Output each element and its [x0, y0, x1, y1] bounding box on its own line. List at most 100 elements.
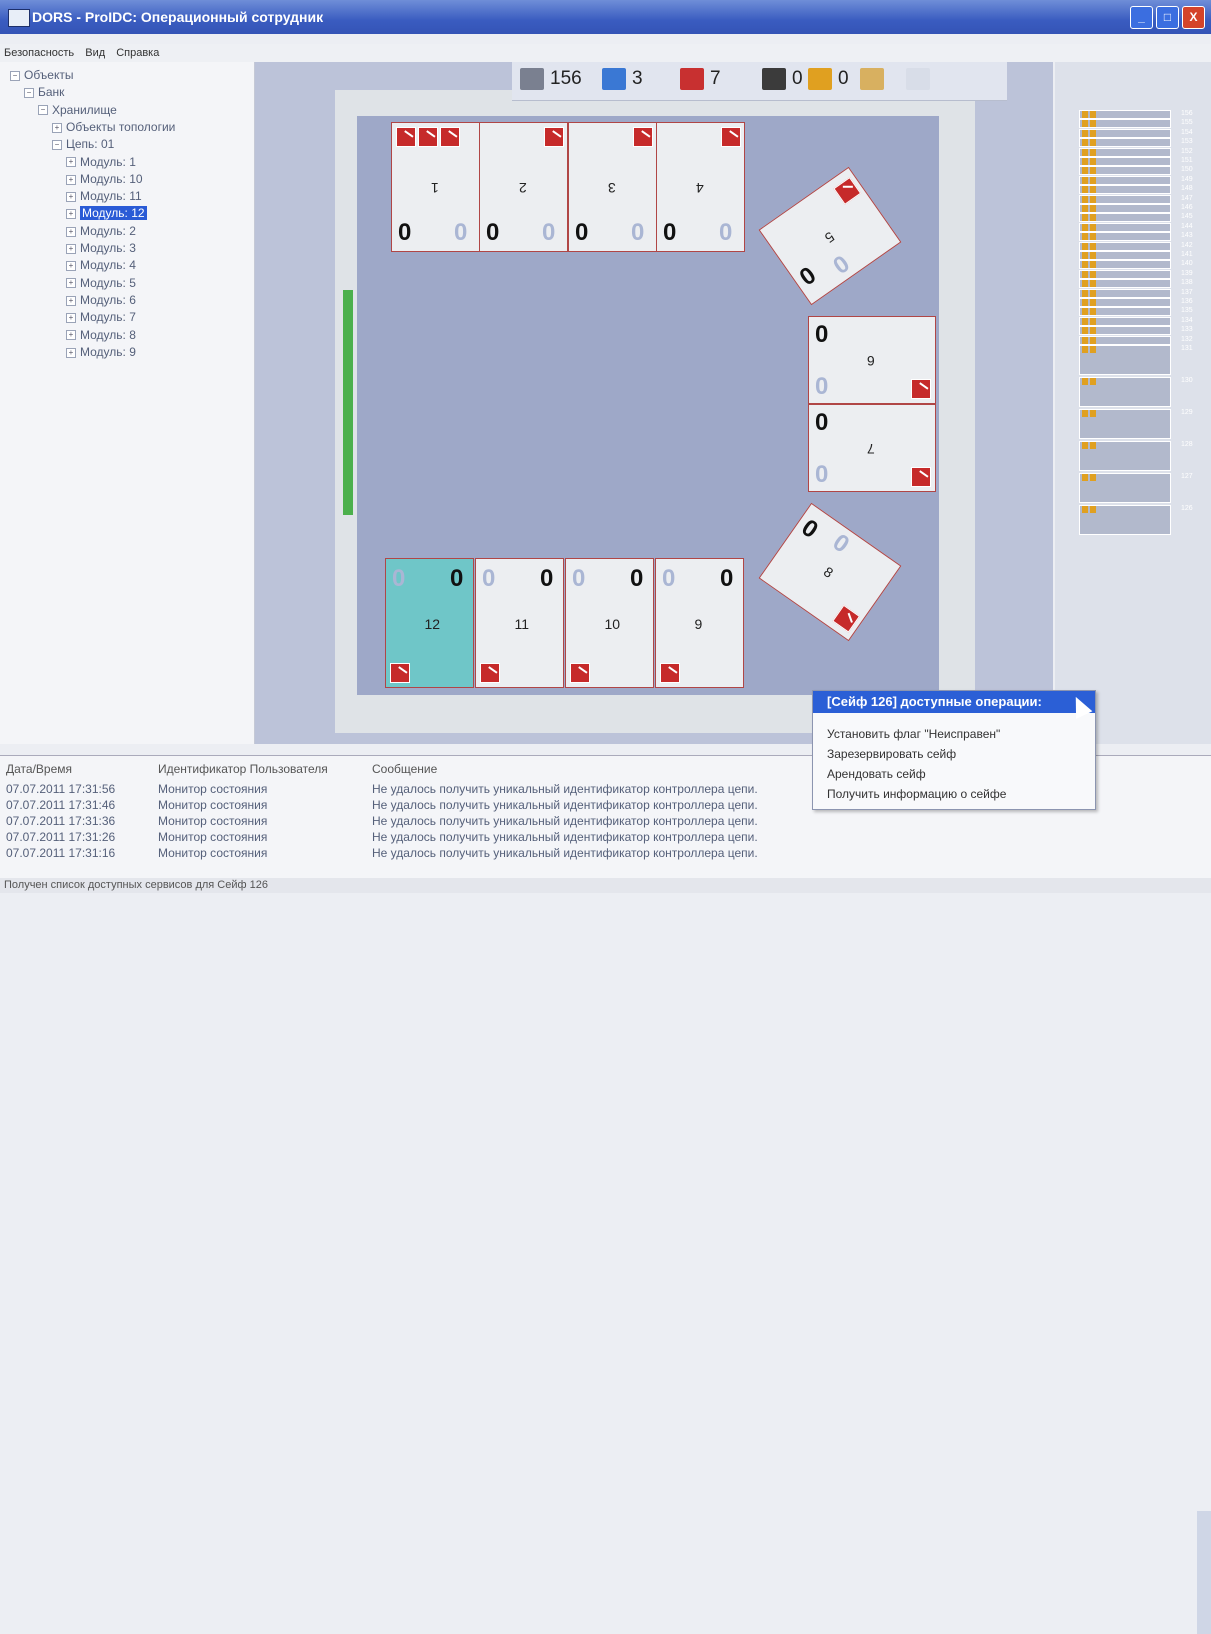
safe-row[interactable] [1079, 222, 1171, 232]
expand-toggle-icon[interactable]: + [66, 313, 76, 324]
tree-node[interactable]: + Модуль: 8 [66, 328, 136, 342]
expand-toggle-icon[interactable]: + [66, 330, 76, 341]
fault-flag-icon[interactable] [570, 663, 590, 683]
padlock-icon[interactable] [860, 68, 884, 90]
menu-item-set-faulty-flag[interactable]: Установить флаг "Неисправен" [827, 727, 1000, 741]
safe-row[interactable] [1079, 128, 1171, 138]
fault-flag-icon[interactable] [721, 127, 741, 147]
toolbar-counter[interactable]: 0 [808, 68, 849, 90]
menu-help[interactable]: Справка [112, 44, 163, 62]
fault-flag-icon[interactable] [832, 604, 861, 633]
safe-row[interactable] [1079, 473, 1171, 503]
log-header-user[interactable]: Идентификатор Пользователя [158, 762, 328, 776]
menu-security[interactable]: Безопасность [0, 44, 78, 62]
door-icon[interactable] [762, 68, 786, 90]
safe-row[interactable] [1079, 138, 1171, 148]
log-scrollbar[interactable] [1197, 1511, 1211, 1634]
tree-node[interactable]: + Объекты топологии [52, 120, 175, 134]
letter-a-icon[interactable] [602, 68, 626, 90]
safe-module[interactable]: 6 0 0 [808, 316, 936, 404]
search-icon[interactable] [906, 68, 930, 90]
safe-row[interactable] [1079, 147, 1171, 157]
safe-row[interactable] [1079, 298, 1171, 307]
tree-node[interactable]: + Модуль: 2 [66, 224, 136, 238]
tree-node[interactable]: + Модуль: 9 [66, 345, 136, 359]
log-header-message[interactable]: Сообщение [372, 762, 437, 776]
safe-module[interactable]: 9 0 0 [655, 558, 744, 688]
minimize-button[interactable]: _ [1130, 6, 1153, 29]
tree-node[interactable]: − Банк [24, 85, 64, 99]
fault-flag-icon[interactable] [660, 663, 680, 683]
safe-module[interactable]: 11 0 0 [475, 558, 564, 688]
expand-toggle-icon[interactable]: − [52, 140, 62, 151]
fault-flag-icon[interactable] [396, 127, 416, 147]
safe-row[interactable] [1079, 377, 1171, 407]
toolbar-counter[interactable]: 156 [520, 68, 582, 90]
expand-toggle-icon[interactable]: + [66, 261, 76, 272]
toolbar-counter[interactable]: 7 [680, 68, 721, 90]
fault-flag-icon[interactable] [833, 177, 862, 205]
safe-row[interactable] [1079, 316, 1171, 326]
safe-module[interactable]: 1 0 0 [391, 122, 480, 252]
safe-row[interactable] [1079, 166, 1171, 176]
expand-toggle-icon[interactable]: + [66, 295, 76, 306]
expand-toggle-icon[interactable]: + [66, 174, 76, 185]
fault-flag-icon[interactable] [633, 127, 653, 147]
expand-toggle-icon[interactable]: + [66, 243, 76, 254]
menu-view[interactable]: Вид [81, 44, 109, 62]
safe-row[interactable] [1079, 157, 1171, 166]
fault-flag-icon[interactable] [544, 127, 564, 147]
log-header-datetime[interactable]: Дата/Время [6, 762, 72, 776]
expand-toggle-icon[interactable]: + [66, 191, 76, 202]
menu-item-rent-safe[interactable]: Арендовать сейф [827, 767, 926, 781]
safe-module[interactable]: 2 0 0 [479, 122, 568, 252]
safe-row[interactable] [1079, 175, 1171, 185]
safe-row[interactable] [1079, 251, 1171, 260]
safe-module[interactable]: 12 0 0 [385, 558, 474, 688]
expand-toggle-icon[interactable]: + [66, 347, 76, 358]
safe-row[interactable] [1079, 307, 1171, 317]
safe-row[interactable] [1079, 260, 1171, 270]
expand-toggle-icon[interactable]: + [52, 122, 62, 133]
safe-row[interactable] [1079, 326, 1171, 336]
tree-node[interactable]: + Модуль: 3 [66, 241, 136, 255]
safe-module[interactable]: 4 0 0 [656, 122, 745, 252]
safe-row[interactable] [1079, 232, 1171, 242]
tree-node[interactable]: + Модуль: 10 [66, 172, 143, 186]
tree-node[interactable]: + Модуль: 12 [66, 206, 147, 221]
expand-toggle-icon[interactable]: − [24, 88, 34, 99]
expand-toggle-icon[interactable]: + [66, 209, 76, 220]
broken-icon[interactable] [680, 68, 704, 90]
safe-row[interactable] [1079, 288, 1171, 298]
menu-item-reserve-safe[interactable]: Зарезервировать сейф [827, 747, 956, 761]
fault-flag-icon[interactable] [418, 127, 438, 147]
safe-row[interactable] [1079, 505, 1171, 535]
expand-toggle-icon[interactable]: + [66, 226, 76, 237]
tree-node[interactable]: + Модуль: 7 [66, 310, 136, 324]
safe-row[interactable] [1079, 110, 1171, 119]
safe-row[interactable] [1079, 441, 1171, 471]
tree-node[interactable]: − Объекты [10, 68, 74, 82]
close-button[interactable]: X [1182, 6, 1205, 29]
fault-flag-icon[interactable] [911, 379, 931, 399]
safe-module[interactable]: 7 0 0 [808, 404, 936, 492]
safe-icon[interactable] [520, 68, 544, 90]
safe-module[interactable]: 10 0 0 [565, 558, 654, 688]
safe-row[interactable] [1079, 185, 1171, 195]
expand-toggle-icon[interactable]: − [38, 105, 48, 116]
toolbar-counter[interactable] [906, 68, 936, 90]
tree-node[interactable]: − Хранилище [38, 103, 117, 117]
toolbar-counter[interactable]: 3 [602, 68, 643, 90]
safe-row[interactable] [1079, 335, 1171, 345]
safe-row[interactable] [1079, 119, 1171, 129]
safe-module[interactable]: 3 0 0 [568, 122, 657, 252]
fault-flag-icon[interactable] [480, 663, 500, 683]
safe-row[interactable] [1079, 213, 1171, 223]
fault-flag-icon[interactable] [911, 467, 931, 487]
maximize-button[interactable]: □ [1156, 6, 1179, 29]
fault-flag-icon[interactable] [390, 663, 410, 683]
tree-node[interactable]: + Модуль: 4 [66, 258, 136, 272]
toolbar-counter[interactable]: 0 [762, 68, 803, 90]
tree-node[interactable]: + Модуль: 5 [66, 276, 136, 290]
toolbar-counter[interactable] [860, 68, 890, 90]
